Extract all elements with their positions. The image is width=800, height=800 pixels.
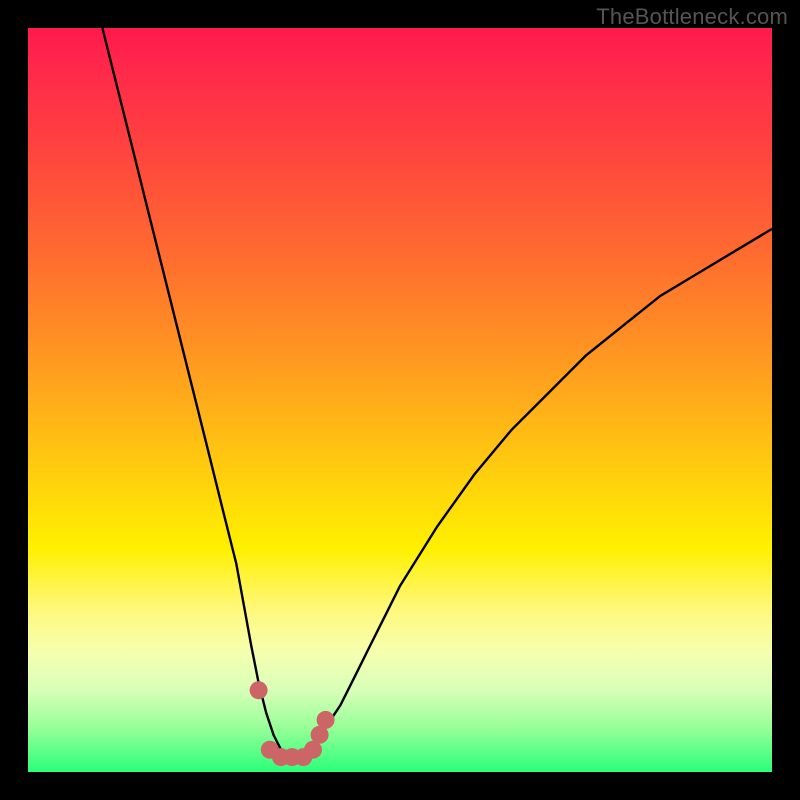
watermark-text: TheBottleneck.com: [596, 4, 788, 30]
curve-markers: [250, 681, 335, 766]
plot-area: [28, 28, 772, 772]
bottleneck-curve-svg: [28, 28, 772, 772]
chart-frame: TheBottleneck.com: [0, 0, 800, 800]
curve-marker-dot: [250, 681, 268, 699]
bottleneck-curve: [102, 28, 772, 757]
curve-marker-dot: [317, 711, 335, 729]
